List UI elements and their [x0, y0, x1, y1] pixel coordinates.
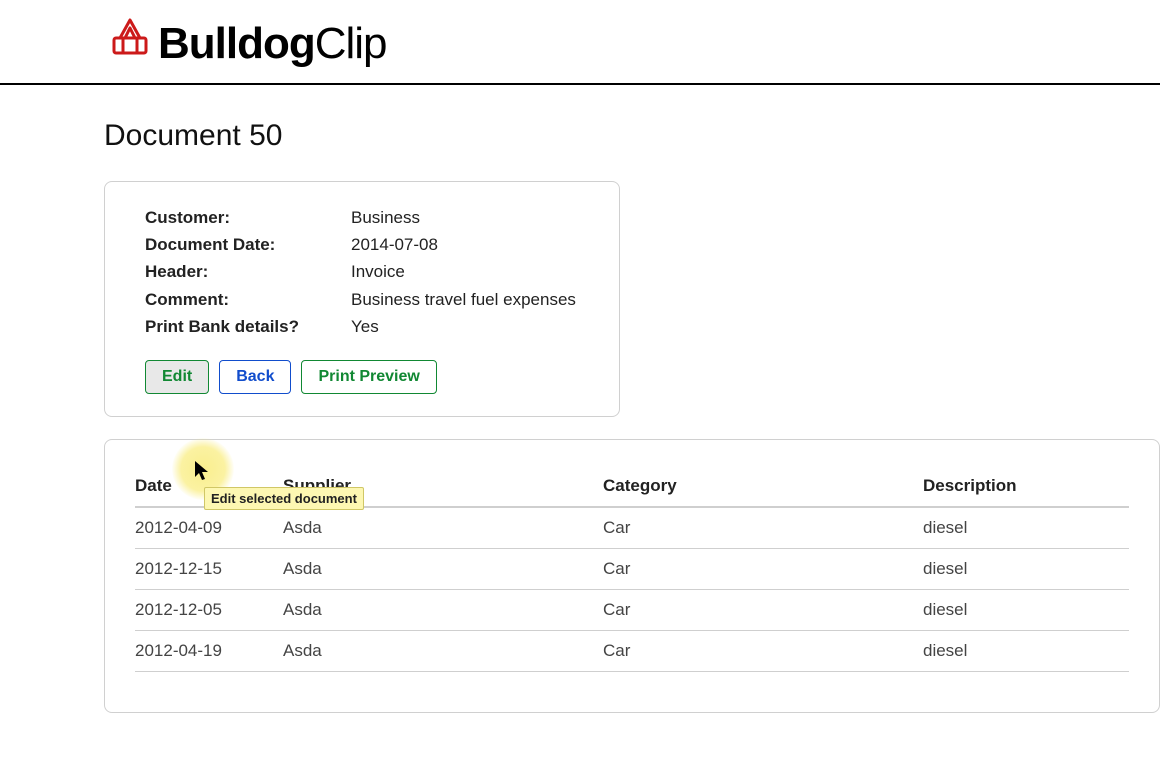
detail-row: Comment: Business travel fuel expenses: [145, 286, 595, 313]
back-button[interactable]: Back: [219, 360, 291, 394]
cell-category: Car: [603, 589, 923, 630]
cell-category: Car: [603, 507, 923, 549]
detail-row: Header: Invoice: [145, 258, 595, 285]
print-preview-button[interactable]: Print Preview: [301, 360, 436, 394]
cell-description: diesel: [923, 630, 1129, 671]
detail-value: Business travel fuel expenses: [351, 286, 595, 313]
detail-value: Invoice: [351, 258, 595, 285]
table-row: 2012-04-09 Asda Car diesel: [135, 507, 1129, 549]
edit-tooltip: Edit selected document: [204, 487, 364, 510]
detail-key: Print Bank details?: [145, 313, 351, 340]
app-logo: BulldogClip: [108, 14, 387, 69]
cell-description: diesel: [923, 548, 1129, 589]
logo-text-bold: Bulldog: [158, 19, 315, 68]
cell-date: 2012-04-09: [135, 507, 283, 549]
detail-value: Yes: [351, 313, 595, 340]
cell-category: Car: [603, 630, 923, 671]
cell-supplier: Asda: [283, 589, 603, 630]
detail-value: 2014-07-08: [351, 231, 595, 258]
detail-key: Header:: [145, 258, 351, 285]
cell-date: 2012-04-19: [135, 630, 283, 671]
cell-category: Car: [603, 548, 923, 589]
logo-text: BulldogClip: [158, 19, 387, 69]
cell-supplier: Asda: [283, 507, 603, 549]
edit-button[interactable]: Edit: [145, 360, 209, 394]
table-row: 2012-04-19 Asda Car diesel: [135, 630, 1129, 671]
cell-date: 2012-12-05: [135, 589, 283, 630]
detail-value: Business: [351, 204, 595, 231]
col-header-description: Description: [923, 468, 1129, 507]
page-title: Document 50: [104, 119, 1160, 153]
line-items-panel: Date Supplier Category Description 2012-…: [104, 439, 1160, 713]
cell-description: diesel: [923, 507, 1129, 549]
detail-row: Customer: Business: [145, 204, 595, 231]
document-details-panel: Customer: Business Document Date: 2014-0…: [104, 181, 620, 417]
detail-row: Document Date: 2014-07-08: [145, 231, 595, 258]
detail-key: Document Date:: [145, 231, 351, 258]
table-row: 2012-12-15 Asda Car diesel: [135, 548, 1129, 589]
logo-text-thin: Clip: [315, 19, 387, 68]
table-row: 2012-12-05 Asda Car diesel: [135, 589, 1129, 630]
detail-key: Customer:: [145, 204, 351, 231]
bulldog-clip-icon: [108, 14, 152, 58]
cell-date: 2012-12-15: [135, 548, 283, 589]
cell-description: diesel: [923, 589, 1129, 630]
cell-supplier: Asda: [283, 548, 603, 589]
col-header-category: Category: [603, 468, 923, 507]
detail-row: Print Bank details? Yes: [145, 313, 595, 340]
cell-supplier: Asda: [283, 630, 603, 671]
app-header: BulldogClip: [0, 0, 1160, 85]
detail-key: Comment:: [145, 286, 351, 313]
